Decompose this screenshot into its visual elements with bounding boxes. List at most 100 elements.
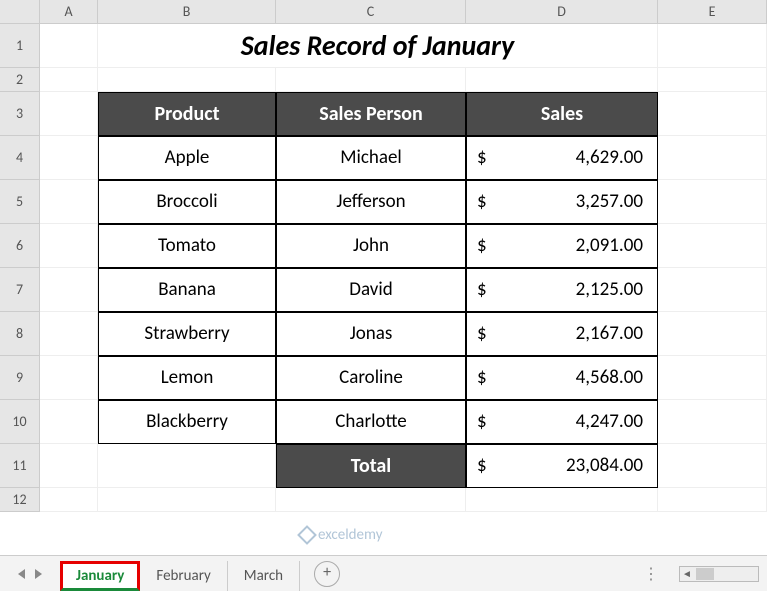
amount-value: 3,257.00 [576,181,643,223]
cell-person[interactable]: David [276,268,466,312]
currency-symbol: $ [477,269,487,311]
row-header-12[interactable]: 12 [0,488,40,512]
cell-E1[interactable] [658,24,767,68]
row-header-5[interactable]: 5 [0,180,40,224]
cell-E9[interactable] [658,356,767,400]
row-header-6[interactable]: 6 [0,224,40,268]
cell-E3[interactable] [658,92,767,136]
cell-person[interactable]: Jefferson [276,180,466,224]
cell-sales[interactable]: $2,125.00 [466,268,658,312]
cell-C2[interactable] [276,68,466,92]
spreadsheet-grid[interactable]: A B C D E 1 Sales Record of January 2 3 … [0,0,767,555]
cell-sales[interactable]: $4,629.00 [466,136,658,180]
new-sheet-button[interactable]: + [314,561,340,587]
cell-A3[interactable] [40,92,98,136]
row-2: 2 [0,68,767,92]
cell-A4[interactable] [40,136,98,180]
cell-sales[interactable]: $2,091.00 [466,224,658,268]
row-7: 7 Banana David $2,125.00 [0,268,767,312]
total-label[interactable]: Total [276,444,466,488]
cell-E11[interactable] [658,444,767,488]
tab-options-icon[interactable]: ⋮ [633,564,671,584]
cell-A6[interactable] [40,224,98,268]
row-header-1[interactable]: 1 [0,24,40,68]
cell-E7[interactable] [658,268,767,312]
cell-E2[interactable] [658,68,767,92]
amount-value: 4,568.00 [576,357,643,399]
amount-value: 4,629.00 [576,137,643,179]
cell-A12[interactable] [40,488,98,512]
cell-E6[interactable] [658,224,767,268]
scroll-left-icon[interactable]: ◄ [680,567,694,580]
cell-E12[interactable] [658,488,767,512]
col-header-B[interactable]: B [98,0,276,23]
row-6: 6 Tomato John $2,091.00 [0,224,767,268]
amount-value: 2,125.00 [576,269,643,311]
cell-sales[interactable]: $3,257.00 [466,180,658,224]
cell-product[interactable]: Blackberry [98,400,276,444]
scroll-thumb[interactable] [696,568,714,580]
row-header-11[interactable]: 11 [0,444,40,488]
cell-sales[interactable]: $4,568.00 [466,356,658,400]
cell-product[interactable]: Strawberry [98,312,276,356]
tab-next-icon[interactable] [35,569,42,579]
table-header-sales[interactable]: Sales [466,92,658,136]
currency-symbol: $ [477,137,487,179]
cell-A9[interactable] [40,356,98,400]
cell-sales[interactable]: $4,247.00 [466,400,658,444]
cell-C12[interactable] [276,488,466,512]
cell-product[interactable]: Lemon [98,356,276,400]
cell-A10[interactable] [40,400,98,444]
row-header-9[interactable]: 9 [0,356,40,400]
horizontal-scrollbar[interactable]: ◄ [679,566,759,582]
col-header-C[interactable]: C [276,0,466,23]
row-header-2[interactable]: 2 [0,68,40,92]
tab-prev-icon[interactable] [18,569,25,579]
select-all-corner[interactable] [0,0,40,23]
currency-symbol: $ [477,357,487,399]
cell-D2[interactable] [466,68,658,92]
cell-E8[interactable] [658,312,767,356]
table-header-product[interactable]: Product [98,92,276,136]
cell-E5[interactable] [658,180,767,224]
row-header-4[interactable]: 4 [0,136,40,180]
sheet-title[interactable]: Sales Record of January [98,24,658,68]
cell-A11[interactable] [40,444,98,488]
amount-value: 2,167.00 [576,313,643,355]
cell-person[interactable]: John [276,224,466,268]
cell-product[interactable]: Broccoli [98,180,276,224]
row-header-7[interactable]: 7 [0,268,40,312]
cell-person[interactable]: Caroline [276,356,466,400]
row-header-3[interactable]: 3 [0,92,40,136]
cell-A1[interactable] [40,24,98,68]
cell-A2[interactable] [40,68,98,92]
cell-product[interactable]: Tomato [98,224,276,268]
row-header-8[interactable]: 8 [0,312,40,356]
cell-A5[interactable] [40,180,98,224]
cell-D12[interactable] [466,488,658,512]
sheet-tab-january[interactable]: January [60,561,140,591]
col-header-D[interactable]: D [466,0,658,23]
sheet-tab-february[interactable]: February [140,561,227,591]
cell-B2[interactable] [98,68,276,92]
cell-product[interactable]: Banana [98,268,276,312]
cell-B11[interactable] [98,444,276,488]
cell-product[interactable]: Apple [98,136,276,180]
cell-person[interactable]: Jonas [276,312,466,356]
cell-E10[interactable] [658,400,767,444]
row-header-10[interactable]: 10 [0,400,40,444]
sheet-tab-march[interactable]: March [228,561,300,591]
cell-E4[interactable] [658,136,767,180]
cell-B12[interactable] [98,488,276,512]
cell-person[interactable]: Charlotte [276,400,466,444]
cell-A8[interactable] [40,312,98,356]
amount-value: 23,084.00 [566,445,643,487]
currency-symbol: $ [477,401,487,443]
table-header-person[interactable]: Sales Person [276,92,466,136]
col-header-E[interactable]: E [658,0,767,23]
total-sales[interactable]: $23,084.00 [466,444,658,488]
col-header-A[interactable]: A [40,0,98,23]
cell-person[interactable]: Michael [276,136,466,180]
cell-sales[interactable]: $2,167.00 [466,312,658,356]
cell-A7[interactable] [40,268,98,312]
